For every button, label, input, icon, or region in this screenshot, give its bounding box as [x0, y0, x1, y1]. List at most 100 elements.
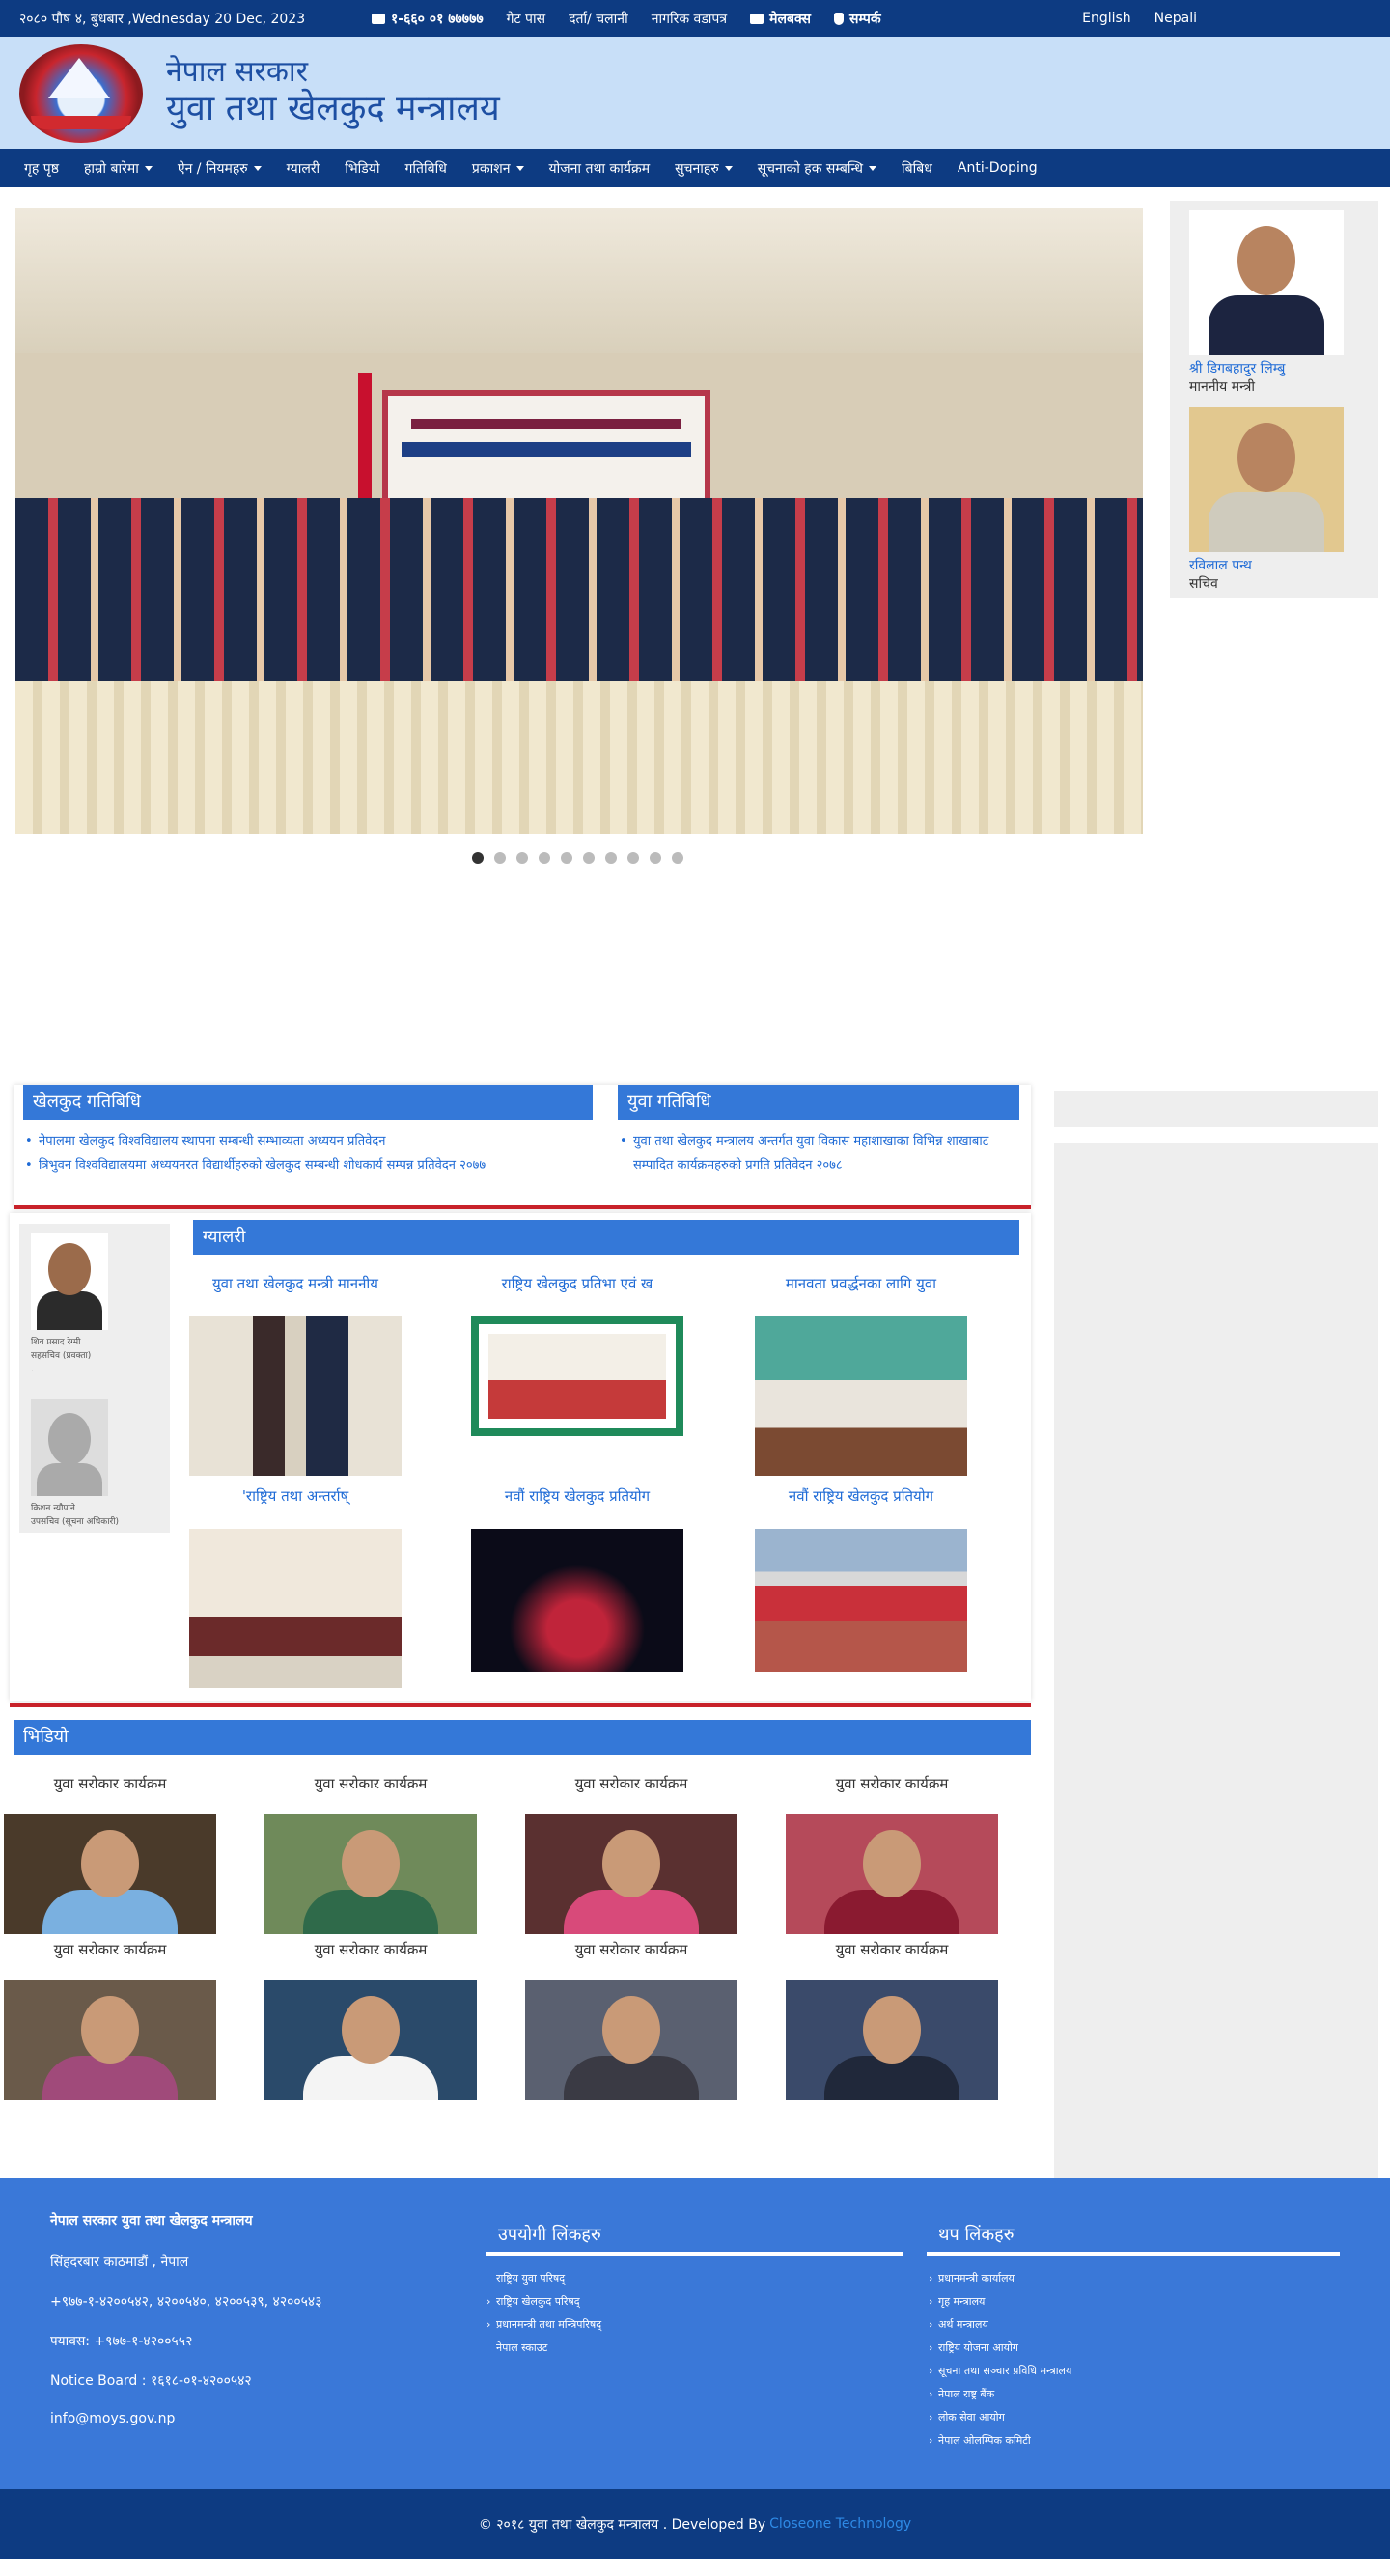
slider-dot[interactable]: [516, 852, 528, 864]
video-item[interactable]: युवा सरोकार कार्यक्रम: [264, 1774, 477, 1934]
nepal-emblem-logo[interactable]: [17, 37, 147, 149]
video-caption[interactable]: युवा सरोकार कार्यक्रम: [786, 1940, 998, 1959]
gallery-caption[interactable]: मानवता प्रवर्द्धनका लागि युवा: [755, 1274, 967, 1293]
video-item[interactable]: युवा सरोकार कार्यक्रम: [525, 1774, 737, 1934]
video-item[interactable]: युवा सरोकार कार्यक्रम: [4, 1940, 216, 2100]
slider-dot[interactable]: [672, 852, 683, 864]
slider-dot[interactable]: [650, 852, 661, 864]
site-header: नेपाल सरकार युवा तथा खेलकुद मन्त्रालय: [0, 37, 1390, 149]
gallery-image[interactable]: [755, 1529, 967, 1672]
gallery-item[interactable]: युवा तथा खेलकुद मन्त्री माननीय: [189, 1274, 402, 1476]
official-role: सचिव: [1189, 576, 1218, 592]
video-thumbnail[interactable]: [786, 1980, 998, 2100]
video-item[interactable]: युवा सरोकार कार्यक्रम: [525, 1940, 737, 2100]
video-thumbnail[interactable]: [525, 1980, 737, 2100]
nav-item[interactable]: भिडियो: [332, 159, 392, 178]
useful-link[interactable]: राष्ट्रिय युवा परिषद्: [486, 2267, 601, 2290]
more-link[interactable]: अर्थ मन्त्रालय: [929, 2313, 1071, 2337]
gallery-caption[interactable]: 'राष्ट्रिय तथा अन्तर्राष्: [189, 1486, 402, 1506]
gallery-image[interactable]: [471, 1316, 683, 1436]
section-divider: [14, 1205, 1031, 1209]
sports-activity-link[interactable]: नेपालमा खेलकुद विश्वविद्यालय स्थापना सम्…: [23, 1129, 593, 1153]
gallery-caption[interactable]: नवौं राष्ट्रिय खेलकुद प्रतियोग: [471, 1486, 683, 1506]
nepali-language-link[interactable]: Nepali: [1154, 11, 1197, 26]
official-name[interactable]: श्री डिगबहादुर लिम्बु: [1189, 359, 1369, 377]
gallery-item[interactable]: नवौं राष्ट्रिय खेलकुद प्रतियोग: [471, 1486, 683, 1672]
nav-item[interactable]: सूचनाको हक सम्बन्धि: [745, 159, 889, 178]
video-caption[interactable]: युवा सरोकार कार्यक्रम: [4, 1774, 216, 1793]
gallery-caption[interactable]: युवा तथा खेलकुद मन्त्री माननीय: [189, 1274, 402, 1293]
hotline-link[interactable]: १-६६० ०१ ७७७७७: [372, 10, 484, 28]
video-item[interactable]: युवा सरोकार कार्यक्रम: [786, 1940, 998, 2100]
footer-address: सिंहदरबार काठमाडौं , नेपाल: [50, 2255, 189, 2270]
more-link[interactable]: गृह मन्त्रालय: [929, 2290, 1071, 2313]
gallery-item[interactable]: मानवता प्रवर्द्धनका लागि युवा: [755, 1274, 967, 1476]
footer-email[interactable]: info@moys.gov.np: [50, 2411, 322, 2426]
nav-item[interactable]: प्रकाशन: [459, 159, 537, 178]
more-link[interactable]: सूचना तथा सञ्चार प्रविधि मन्त्रालय: [929, 2360, 1071, 2383]
video-item[interactable]: युवा सरोकार कार्यक्रम: [264, 1940, 477, 2100]
mailbox-link[interactable]: मेलबक्स: [750, 10, 811, 28]
more-link[interactable]: प्रधानमन्त्री कार्यालय: [929, 2267, 1071, 2290]
official-name[interactable]: रविलाल पन्थ: [1189, 556, 1369, 574]
video-item[interactable]: युवा सरोकार कार्यक्रम: [786, 1774, 998, 1934]
citizen-charter-link[interactable]: नागरिक वडापत्र: [652, 10, 727, 28]
gallery-image[interactable]: [189, 1316, 402, 1476]
slider-dot[interactable]: [583, 852, 595, 864]
video-thumbnail[interactable]: [264, 1814, 477, 1934]
nav-item[interactable]: गृह पृष्ठ: [12, 159, 71, 178]
gallery-item[interactable]: 'राष्ट्रिय तथा अन्तर्राष्: [189, 1486, 402, 1688]
gallery-item[interactable]: राष्ट्रिय खेलकुद प्रतिभा एवं ख: [471, 1274, 683, 1436]
nav-item-label: हाम्रो बारेमा: [83, 160, 139, 177]
nav-item[interactable]: गतिबिधि: [393, 159, 459, 178]
video-item[interactable]: युवा सरोकार कार्यक्रम: [4, 1774, 216, 1934]
useful-link[interactable]: नेपाल स्काउट: [486, 2337, 601, 2360]
video-thumbnail[interactable]: [4, 1814, 216, 1934]
useful-link[interactable]: प्रधानमन्त्री तथा मन्त्रिपरिषद्: [486, 2313, 601, 2337]
gallery-image[interactable]: [471, 1529, 683, 1672]
useful-link[interactable]: राष्ट्रिय खेलकुद परिषद्: [486, 2290, 601, 2313]
nav-item[interactable]: बिबिध: [889, 159, 945, 178]
slider-dot[interactable]: [627, 852, 639, 864]
nav-item[interactable]: हाम्रो बारेमा: [71, 159, 165, 178]
video-thumbnail[interactable]: [525, 1814, 737, 1934]
slider-dot[interactable]: [472, 852, 484, 864]
contact-link[interactable]: सम्पर्क: [834, 10, 881, 28]
gallery-item[interactable]: नवौं राष्ट्रिय खेलकुद प्रतियोग: [755, 1486, 967, 1672]
video-thumbnail[interactable]: [786, 1814, 998, 1934]
youth-activity-link[interactable]: युवा तथा खेलकुद मन्त्रालय अन्तर्गत युवा …: [618, 1129, 1019, 1177]
slider-dot[interactable]: [494, 852, 506, 864]
video-caption[interactable]: युवा सरोकार कार्यक्रम: [786, 1774, 998, 1793]
video-caption[interactable]: युवा सरोकार कार्यक्रम: [525, 1774, 737, 1793]
developer-link[interactable]: Closeone Technology: [769, 2516, 911, 2532]
nav-item[interactable]: ग्यालरी: [274, 159, 333, 178]
nav-item[interactable]: Anti-Doping: [945, 160, 1050, 176]
video-caption[interactable]: युवा सरोकार कार्यक्रम: [525, 1940, 737, 1959]
sports-activity-link[interactable]: त्रिभुवन विश्वविद्यालयमा अध्ययनरत विद्या…: [23, 1153, 593, 1177]
gallery-caption[interactable]: राष्ट्रिय खेलकुद प्रतिभा एवं ख: [471, 1274, 683, 1293]
more-link[interactable]: नेपाल राष्ट्र बैंक: [929, 2383, 1071, 2406]
video-caption[interactable]: युवा सरोकार कार्यक्रम: [264, 1774, 477, 1793]
more-link[interactable]: राष्ट्रिय योजना आयोग: [929, 2337, 1071, 2360]
nav-item[interactable]: योजना तथा कार्यक्रम: [537, 159, 663, 178]
slider-dot[interactable]: [605, 852, 617, 864]
gallery-image[interactable]: [755, 1316, 967, 1476]
envelope-icon: [750, 13, 764, 24]
hero-slider-image[interactable]: [15, 208, 1143, 834]
darta-chalani-link[interactable]: दर्ता/ चलानी: [569, 10, 628, 28]
information-officers-panel: शिव प्रसाद रेग्मी सहसचिव (प्रवक्ता) . कि…: [19, 1224, 170, 1533]
more-link[interactable]: नेपाल ओलम्पिक कमिटी: [929, 2429, 1071, 2452]
video-thumbnail[interactable]: [264, 1980, 477, 2100]
slider-dot[interactable]: [539, 852, 550, 864]
more-link[interactable]: लोक सेवा आयोग: [929, 2406, 1071, 2429]
video-thumbnail[interactable]: [4, 1980, 216, 2100]
video-caption[interactable]: युवा सरोकार कार्यक्रम: [264, 1940, 477, 1959]
gatepass-link[interactable]: गेट पास: [507, 10, 545, 28]
english-language-link[interactable]: English: [1082, 11, 1131, 26]
nav-item[interactable]: सुचनाहरु: [662, 159, 745, 178]
gallery-image[interactable]: [189, 1529, 402, 1688]
nav-item[interactable]: ऐन / नियमहरु: [165, 159, 274, 178]
gallery-caption[interactable]: नवौं राष्ट्रिय खेलकुद प्रतियोग: [755, 1486, 967, 1506]
slider-dot[interactable]: [561, 852, 572, 864]
video-caption[interactable]: युवा सरोकार कार्यक्रम: [4, 1940, 216, 1959]
